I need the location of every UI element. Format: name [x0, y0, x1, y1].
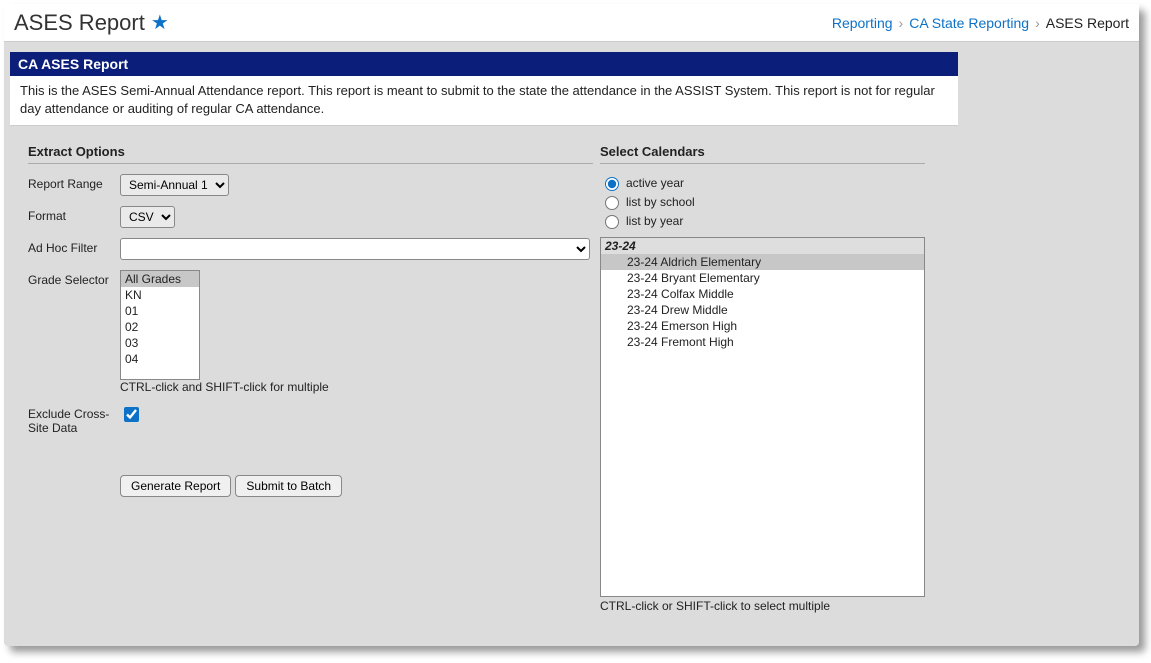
calendar-tree-item[interactable]: 23-24 Drew Middle: [601, 302, 924, 318]
report-panel: CA ASES Report This is the ASES Semi-Ann…: [10, 52, 958, 126]
grade-option[interactable]: 04: [121, 351, 199, 367]
adhoc-filter-select[interactable]: [120, 238, 590, 260]
tree-root-year[interactable]: 23-24: [601, 238, 924, 254]
generate-report-button[interactable]: Generate Report: [120, 475, 231, 497]
exclude-cross-site-label: Exclude Cross-Site Data: [28, 404, 120, 435]
breadcrumb-reporting[interactable]: Reporting: [832, 15, 893, 31]
header-bar: ASES Report ★ Reporting › CA State Repor…: [4, 4, 1139, 42]
grade-option[interactable]: All Grades: [121, 271, 199, 287]
calendar-tree-hint: CTRL-click or SHIFT-click to select mult…: [600, 599, 942, 613]
radio-active-year-label: active year: [626, 176, 684, 190]
radio-list-by-year[interactable]: [605, 215, 619, 229]
calendar-tree-listbox[interactable]: 23-24 23-24 Aldrich Elementary23-24 Brya…: [600, 237, 925, 597]
format-select[interactable]: CSV: [120, 206, 175, 228]
panel-title: CA ASES Report: [10, 52, 958, 76]
calendar-tree-item[interactable]: 23-24 Fremont High: [601, 334, 924, 350]
submit-to-batch-button[interactable]: Submit to Batch: [235, 475, 342, 497]
radio-list-by-school[interactable]: [605, 196, 619, 210]
breadcrumb-ca-state[interactable]: CA State Reporting: [909, 15, 1029, 31]
radio-active-year[interactable]: [605, 177, 619, 191]
radio-list-by-school-label: list by school: [626, 195, 695, 209]
exclude-cross-site-checkbox[interactable]: [124, 407, 139, 422]
calendar-mode-radiogroup: active year list by school list by year: [600, 174, 942, 229]
calendar-tree-item[interactable]: 23-24 Colfax Middle: [601, 286, 924, 302]
grade-option[interactable]: KN: [121, 287, 199, 303]
chevron-right-icon: ›: [899, 15, 904, 31]
grade-selector-listbox[interactable]: All GradesKN01020304: [120, 270, 200, 380]
favorite-star-icon[interactable]: ★: [151, 13, 169, 33]
select-calendars-title: Select Calendars: [600, 144, 925, 164]
adhoc-filter-label: Ad Hoc Filter: [28, 238, 120, 255]
calendar-tree-item[interactable]: 23-24 Aldrich Elementary: [601, 254, 924, 270]
report-range-label: Report Range: [28, 174, 120, 191]
grade-selector-label: Grade Selector: [28, 270, 120, 287]
grade-option[interactable]: 01: [121, 303, 199, 319]
breadcrumb-current: ASES Report: [1046, 15, 1129, 31]
grade-selector-hint: CTRL-click and SHIFT-click for multiple: [120, 380, 329, 394]
calendar-tree-item[interactable]: 23-24 Bryant Elementary: [601, 270, 924, 286]
radio-list-by-year-label: list by year: [626, 214, 683, 228]
breadcrumb: Reporting › CA State Reporting › ASES Re…: [832, 15, 1129, 31]
grade-option[interactable]: 03: [121, 335, 199, 351]
chevron-right-icon: ›: [1035, 15, 1040, 31]
calendar-tree-item[interactable]: 23-24 Emerson High: [601, 318, 924, 334]
format-label: Format: [28, 206, 120, 223]
grade-option[interactable]: 02: [121, 319, 199, 335]
panel-description: This is the ASES Semi-Annual Attendance …: [10, 76, 958, 126]
report-range-select[interactable]: Semi-Annual 1: [120, 174, 229, 196]
page-title: ASES Report: [14, 10, 145, 36]
extract-options-title: Extract Options: [28, 144, 593, 164]
